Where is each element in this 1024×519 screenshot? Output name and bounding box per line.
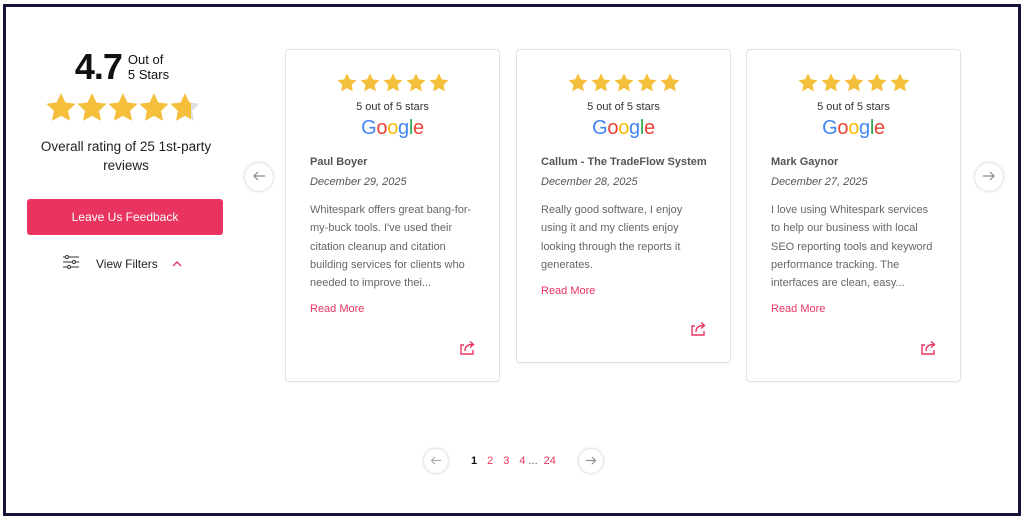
arrow-left-icon — [252, 168, 266, 186]
star-icon — [360, 73, 379, 92]
review-card: 5 out of 5 stars Google Paul Boyer Decem… — [285, 49, 500, 382]
star-icon — [821, 73, 840, 92]
page-next-button[interactable] — [578, 449, 603, 473]
star-icon — [660, 73, 679, 92]
arrow-right-icon — [585, 452, 597, 470]
read-more-link[interactable]: Read More — [310, 303, 499, 315]
review-text: Whitespark offers great bang-for-my-buck… — [310, 204, 472, 290]
page-link[interactable]: 3 — [503, 455, 509, 467]
google-logo: Google — [361, 117, 424, 139]
review-date: December 27, 2025 — [771, 176, 868, 188]
read-more-link[interactable]: Read More — [541, 285, 730, 297]
star-icon — [406, 73, 425, 92]
carousel-next-button[interactable] — [975, 163, 1003, 191]
arrow-right-icon — [982, 168, 996, 186]
star-icon — [890, 73, 909, 92]
rating-scale-line1: Out of — [127, 52, 164, 67]
page-link[interactable]: 4 — [519, 455, 525, 467]
page-current[interactable]: 1 — [471, 455, 477, 467]
review-star-rating — [517, 72, 730, 94]
star-icon — [429, 73, 448, 92]
rating-scale-line2: 5 Stars — [127, 67, 170, 82]
review-text: I love using Whitespark services to help… — [771, 204, 933, 290]
google-logo: Google — [592, 117, 655, 139]
page-link-last[interactable]: 24 — [544, 455, 556, 467]
reviewer-name: Callum - The TradeFlow System — [541, 156, 707, 168]
star-icon — [637, 73, 656, 92]
view-filters-label: View Filters — [96, 256, 158, 271]
overall-rating-text: Overall rating of 25 1st-party reviews — [40, 139, 212, 173]
star-icon — [798, 73, 817, 92]
carousel-prev-button[interactable] — [245, 163, 273, 191]
share-icon[interactable] — [459, 340, 477, 361]
star-icon — [337, 73, 356, 92]
review-score-text: 5 out of 5 stars — [817, 101, 890, 113]
rating-scale: Out of 5 Stars — [128, 52, 169, 82]
sliders-icon — [62, 254, 80, 272]
rating-summary: 4.7 Out of 5 Stars Overall rating of 25 … — [26, 47, 226, 272]
review-card: 5 out of 5 stars Google Callum - The Tra… — [516, 49, 731, 363]
page-prev-button[interactable] — [424, 449, 448, 473]
star-icon — [46, 93, 76, 121]
pagination: 1 2 3 4 ... 24 — [424, 447, 603, 475]
share-icon[interactable] — [690, 321, 708, 342]
chevron-up-icon — [172, 257, 182, 271]
view-filters-toggle[interactable]: View Filters — [62, 254, 226, 272]
star-icon — [591, 73, 610, 92]
share-icon[interactable] — [920, 340, 938, 361]
review-score-text: 5 out of 5 stars — [587, 101, 660, 113]
page-link[interactable]: 2 — [487, 455, 493, 467]
rating-header: 4.7 Out of 5 Stars — [18, 47, 226, 87]
star-icon — [77, 93, 107, 121]
average-star-rating — [44, 91, 204, 127]
reviews-widget: 4.7 Out of 5 Stars Overall rating of 25 … — [3, 4, 1021, 516]
star-icon — [108, 93, 138, 121]
average-rating: 4.7 — [74, 46, 123, 87]
review-date: December 28, 2025 — [541, 176, 638, 188]
read-more-link[interactable]: Read More — [771, 303, 960, 315]
star-icon — [139, 93, 169, 121]
page-ellipsis: ... — [528, 455, 538, 467]
review-text: Really good software, I enjoy using it a… — [541, 204, 683, 271]
star-icon — [844, 73, 863, 92]
star-icon — [568, 73, 587, 92]
star-icon — [383, 73, 402, 92]
star-icon — [867, 73, 886, 92]
review-star-rating — [747, 72, 960, 94]
review-score-text: 5 out of 5 stars — [356, 101, 429, 113]
star-icon — [614, 73, 633, 92]
google-logo: Google — [822, 117, 885, 139]
review-star-rating — [286, 72, 499, 94]
review-date: December 29, 2025 — [310, 176, 407, 188]
star-icon — [170, 93, 200, 121]
reviewer-name: Paul Boyer — [310, 156, 368, 168]
leave-feedback-button[interactable]: Leave Us Feedback — [27, 199, 223, 235]
arrow-left-icon — [430, 452, 442, 470]
review-card: 5 out of 5 stars Google Mark Gaynor Dece… — [746, 49, 961, 382]
reviewer-name: Mark Gaynor — [771, 156, 839, 168]
